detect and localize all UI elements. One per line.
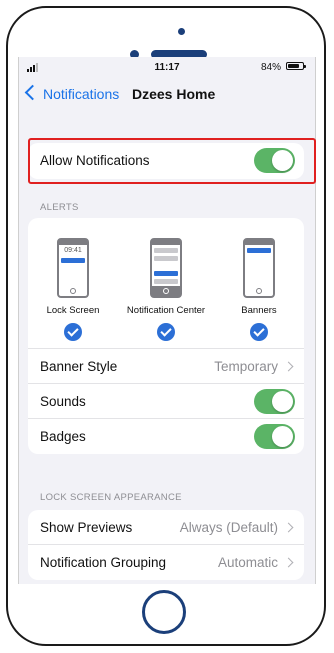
banner-style-label: Banner Style (40, 359, 118, 374)
notification-grouping-value: Automatic (217, 555, 278, 570)
toggle-knob (272, 391, 293, 412)
show-previews-label: Show Previews (40, 520, 133, 535)
toggle-knob (272, 426, 293, 447)
alert-style-label: Banners (241, 305, 277, 316)
screen: 11:17 84% Notifications Dzees Home Allow… (18, 57, 316, 584)
battery-percent: 84% (260, 62, 281, 73)
checkmark-icon[interactable] (64, 323, 82, 341)
notification-center-preview-icon (150, 238, 182, 298)
alert-style-notification-center[interactable]: Notification Center (121, 238, 211, 341)
lock-screen-preview-icon: 09:41 (57, 238, 89, 298)
chevron-right-icon (283, 361, 294, 372)
show-previews-row[interactable]: Show Previews Always (Default) (28, 510, 304, 545)
banner-style-row[interactable]: Banner Style Temporary (28, 349, 304, 384)
sounds-label: Sounds (40, 394, 86, 409)
nav-bar: Notifications Dzees Home (19, 83, 315, 105)
sounds-row[interactable]: Sounds (28, 384, 304, 419)
show-previews-value: Always (Default) (179, 520, 278, 535)
alerts-group: 09:41 Lock Screen Notification Center Ba… (28, 218, 304, 454)
alert-style-lock-screen[interactable]: 09:41 Lock Screen (28, 238, 118, 341)
alert-style-label: Notification Center (126, 305, 206, 316)
sounds-toggle[interactable] (254, 389, 295, 414)
notification-grouping-label: Notification Grouping (40, 555, 167, 570)
alert-style-label: Lock Screen (46, 305, 100, 316)
chevron-right-icon (283, 522, 294, 533)
lock-screen-group: Show Previews Always (Default) Notificat… (28, 510, 304, 580)
chevron-right-icon (283, 557, 294, 568)
badges-row[interactable]: Badges (28, 419, 304, 454)
front-camera (178, 28, 185, 35)
banner-style-value: Temporary (214, 359, 278, 374)
alert-style-previews: 09:41 Lock Screen Notification Center Ba… (28, 218, 304, 349)
alert-style-banners[interactable]: Banners (214, 238, 304, 341)
status-bar: 11:17 84% (19, 57, 315, 77)
checkmark-icon[interactable] (157, 323, 175, 341)
checkmark-icon[interactable] (250, 323, 268, 341)
back-chevron-icon[interactable] (24, 84, 41, 101)
home-button[interactable] (142, 590, 186, 634)
lock-screen-appearance-header: LOCK SCREEN APPEARANCE (40, 492, 182, 503)
alerts-header: ALERTS (40, 202, 79, 213)
page-title: Dzees Home (132, 86, 216, 102)
preview-time: 09:41 (64, 247, 82, 254)
notification-grouping-row[interactable]: Notification Grouping Automatic (28, 545, 304, 580)
battery-icon (286, 62, 306, 70)
badges-toggle[interactable] (254, 424, 295, 449)
highlight-box (28, 138, 316, 184)
banners-preview-icon (243, 238, 275, 298)
back-button[interactable]: Notifications (43, 86, 119, 102)
badges-label: Badges (40, 429, 86, 444)
